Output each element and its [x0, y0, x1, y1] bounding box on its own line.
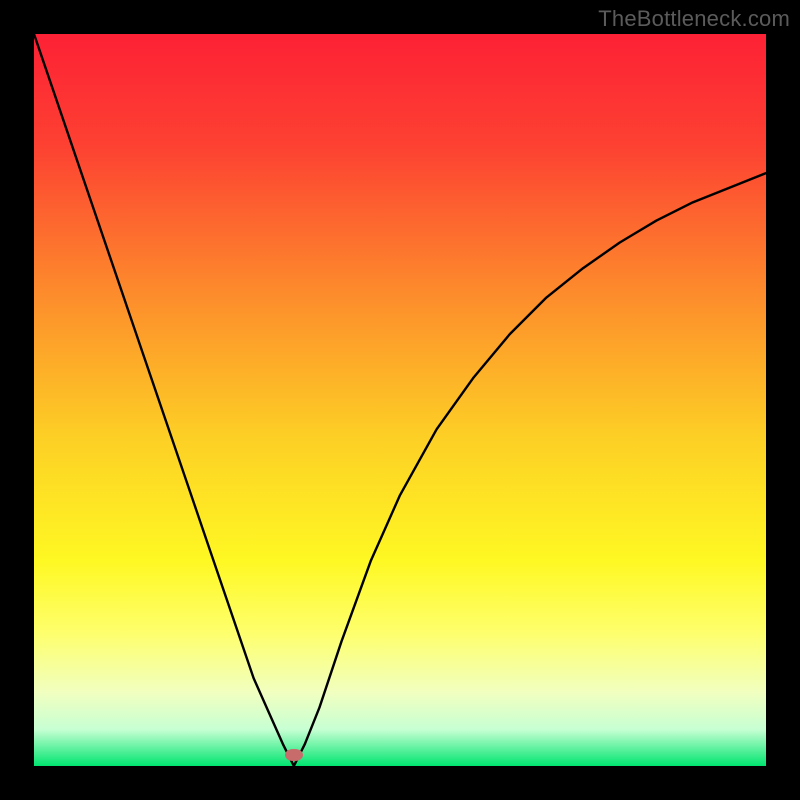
watermark-text: TheBottleneck.com — [598, 6, 790, 32]
frame: TheBottleneck.com — [0, 0, 800, 800]
bottleneck-curve-path — [34, 34, 766, 766]
min-point-marker — [285, 749, 303, 761]
chart-svg — [34, 34, 766, 766]
